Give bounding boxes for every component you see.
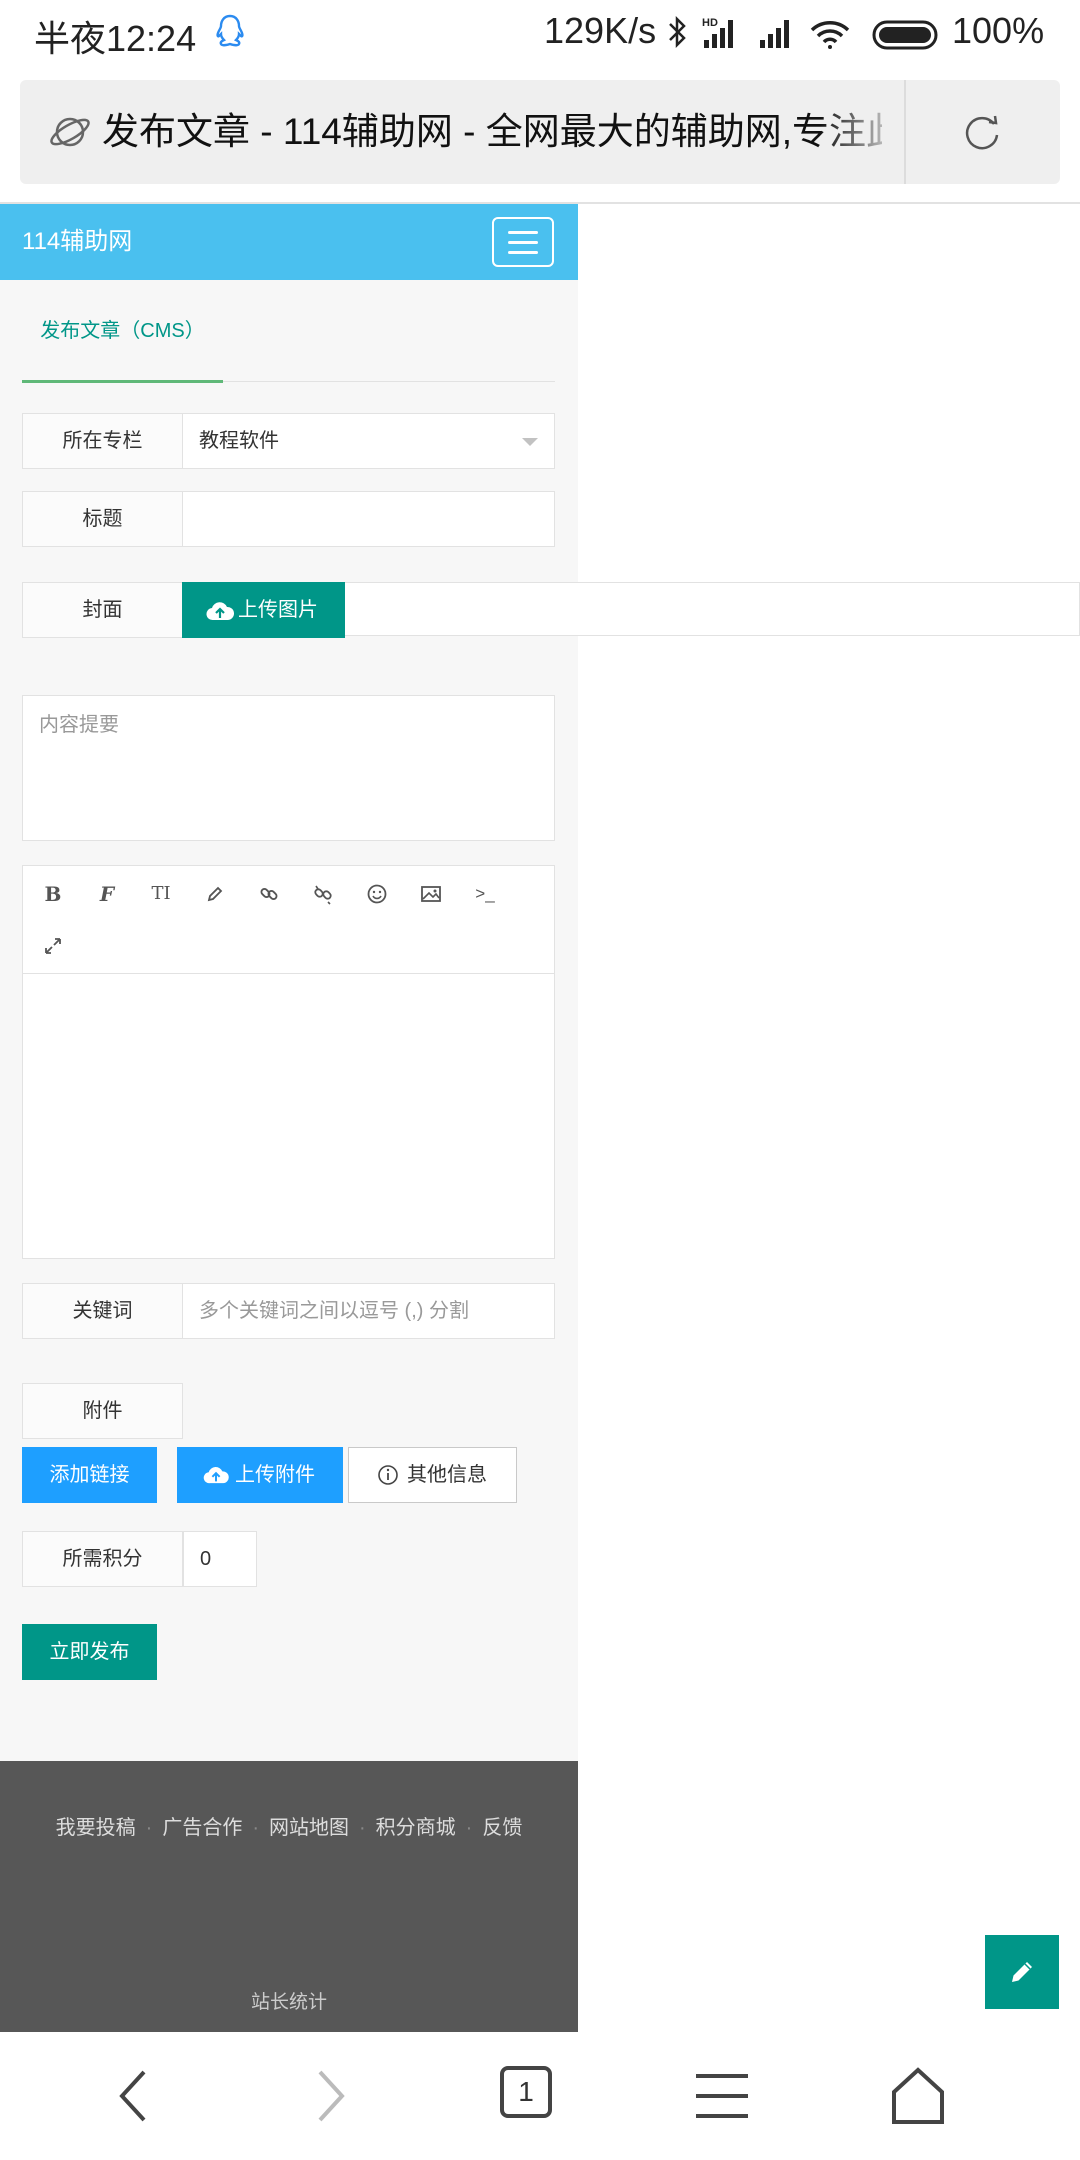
forward-icon[interactable]	[300, 2066, 360, 2126]
upload-attachment-button[interactable]: 上传附件	[177, 1447, 343, 1503]
battery-percent: 100%	[952, 10, 1045, 51]
bold-icon[interactable]: B	[35, 876, 71, 912]
tab-publish-cms[interactable]: 发布文章（CMS）	[22, 316, 223, 364]
upload-image-label: 上传图片	[238, 599, 318, 621]
footer-links: 我要投稿 · 广告合作 · 网站地图 · 积分商城 · 反馈	[55, 1817, 523, 1839]
status-bar: 半夜12:24 129K/s HD 100%	[0, 0, 1080, 68]
cover-path-field[interactable]	[345, 582, 1080, 636]
site-page: 114辅助网 发布文章（CMS） 所在专栏 教程软件 标题 封面 上传图片 内容…	[0, 204, 578, 2032]
info-icon	[378, 1465, 398, 1485]
link-icon[interactable]	[251, 876, 287, 912]
code-icon[interactable]: >_	[467, 876, 503, 912]
footer-link-feedback[interactable]: 反馈	[482, 1817, 522, 1839]
upload-attachment-label: 上传附件	[235, 1464, 315, 1486]
site-footer: 我要投稿 · 广告合作 · 网站地图 · 积分商城 · 反馈 站长统计	[0, 1761, 578, 2032]
column-row: 所在专栏 教程软件	[22, 413, 555, 469]
cloud-upload-icon	[206, 602, 234, 621]
site-header: 114辅助网	[0, 204, 578, 280]
text-size-icon[interactable]: TI	[143, 876, 179, 912]
pencil-icon	[1012, 1962, 1032, 1982]
back-icon[interactable]	[104, 2066, 164, 2126]
tabs-button[interactable]: 1	[500, 2066, 560, 2126]
signal-hd-icon: HD	[702, 17, 733, 48]
pencil-icon[interactable]	[197, 876, 233, 912]
fullscreen-icon[interactable]	[35, 928, 71, 964]
title-input[interactable]	[182, 491, 555, 547]
unlink-icon[interactable]	[305, 876, 341, 912]
wifi-icon	[810, 21, 850, 49]
divider	[904, 80, 906, 184]
footer-link-sitemap[interactable]: 网站地图	[269, 1817, 349, 1839]
points-input[interactable]: 0	[183, 1531, 257, 1587]
summary-textarea[interactable]: 内容提要	[22, 695, 555, 841]
reload-icon[interactable]	[960, 110, 1004, 154]
image-icon[interactable]	[413, 876, 449, 912]
editor-toolbar: B F TI >_	[23, 866, 554, 974]
bluetooth-icon	[669, 15, 686, 49]
qq-icon	[214, 14, 246, 52]
address-bar[interactable]: 发布文章 - 114辅助网 - 全网最大的辅助网,专注此	[20, 80, 1060, 184]
floating-edit-button[interactable]	[985, 1935, 1059, 2009]
hamburger-icon	[508, 231, 538, 234]
title-label: 标题	[22, 491, 183, 547]
column-select-value: 教程软件	[199, 430, 279, 452]
footer-link-points-mall[interactable]: 积分商城	[376, 1817, 456, 1839]
battery-icon	[872, 20, 938, 50]
status-time: 半夜12:24	[34, 18, 197, 59]
keywords-label: 关键词	[22, 1283, 183, 1339]
column-select[interactable]: 教程软件	[182, 413, 555, 469]
menu-icon[interactable]	[692, 2066, 752, 2126]
rich-text-editor: B F TI >_	[22, 865, 555, 1259]
other-info-label: 其他信息	[407, 1464, 487, 1486]
home-icon[interactable]	[888, 2066, 948, 2126]
tabs-count: 1	[500, 2066, 552, 2118]
column-label: 所在专栏	[22, 413, 183, 469]
menu-button[interactable]	[492, 217, 554, 267]
add-link-button[interactable]: 添加链接	[22, 1447, 157, 1503]
cloud-upload-icon	[203, 1467, 229, 1484]
site-logo[interactable]: 114辅助网	[22, 204, 132, 280]
keywords-input[interactable]: 多个关键词之间以逗号 (,) 分割	[182, 1283, 555, 1339]
footer-link-ads[interactable]: 广告合作	[162, 1817, 242, 1839]
title-row: 标题	[22, 491, 555, 547]
tab-active-indicator	[22, 380, 223, 383]
caret-down-icon	[522, 438, 538, 446]
browser-nav-bar: 1	[0, 2032, 1080, 2160]
footer-link-submit[interactable]: 我要投稿	[56, 1817, 136, 1839]
upload-image-button[interactable]: 上传图片	[182, 582, 345, 638]
page-title[interactable]: 发布文章 - 114辅助网 - 全网最大的辅助网,专注此	[102, 80, 882, 184]
status-icons: HD	[664, 14, 944, 54]
italic-icon[interactable]: F	[89, 876, 125, 912]
keywords-row: 关键词 多个关键词之间以逗号 (,) 分割	[22, 1283, 555, 1339]
footer-stats-link[interactable]: 站长统计	[0, 1987, 578, 2014]
points-label: 所需积分	[22, 1531, 183, 1587]
signal-icon	[760, 20, 789, 48]
editor-content-area[interactable]	[23, 975, 554, 1258]
attachment-label: 附件	[22, 1383, 183, 1439]
svg-text:HD: HD	[702, 17, 718, 29]
other-info-button[interactable]: 其他信息	[348, 1447, 517, 1503]
planet-icon	[48, 110, 92, 154]
publish-button[interactable]: 立即发布	[22, 1624, 157, 1680]
cover-label: 封面	[22, 582, 183, 638]
emoji-icon[interactable]	[359, 876, 395, 912]
network-speed: 129K/s	[544, 10, 657, 51]
